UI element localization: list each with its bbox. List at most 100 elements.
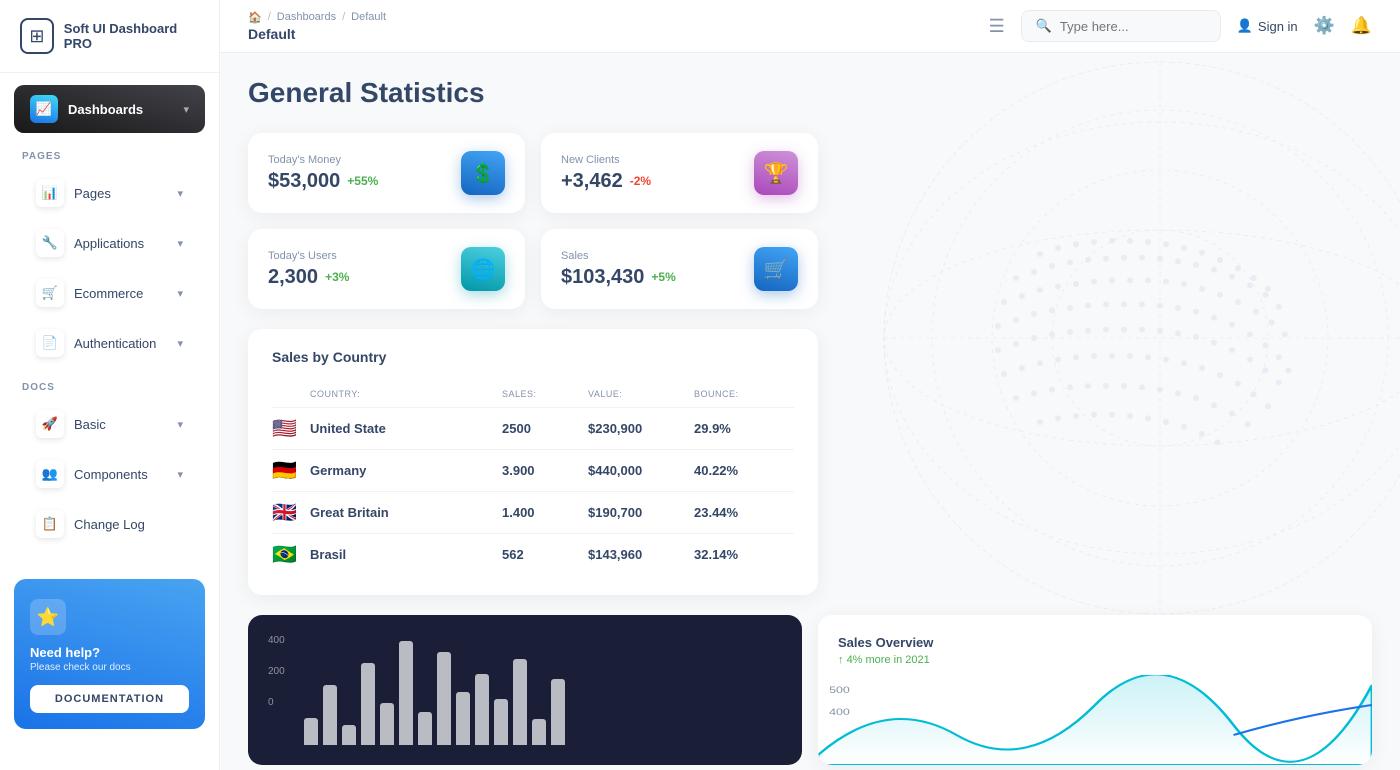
sales-overview-title: Sales Overview — [838, 635, 1352, 650]
stats-cards-grid: Today's Money $53,000 +55% 💲 New Clients… — [248, 133, 818, 309]
stat-sales-label: Sales — [561, 250, 676, 262]
chart-bar — [418, 712, 432, 745]
stat-clients-info: New Clients +3,462 -2% — [561, 154, 651, 193]
chart-bar — [399, 641, 413, 746]
chart-bar — [456, 692, 470, 745]
arrow-up-icon: ↑ — [838, 654, 844, 666]
help-star-icon: ⭐ — [30, 599, 66, 635]
chart-bar — [551, 679, 565, 745]
sales-overview-card: Sales Overview ↑ 4% more in 2021 — [818, 615, 1372, 765]
applications-label: Applications — [74, 236, 167, 251]
pages-label: Pages — [74, 186, 167, 201]
chart-bar — [532, 719, 546, 745]
stat-users-value: 2,300 +3% — [268, 266, 349, 289]
sidebar-item-dashboards[interactable]: 📈 Dashboards ▾ — [14, 85, 205, 133]
ecommerce-icon: 🛒 — [36, 279, 64, 307]
search-icon: 🔍 — [1036, 18, 1052, 34]
sales-overview-subtitle: ↑ 4% more in 2021 — [838, 654, 1352, 666]
bar-chart-card: 400 200 0 — [248, 615, 802, 765]
stat-users-label: Today's Users — [268, 250, 349, 262]
chart-bar — [342, 725, 356, 745]
breadcrumb-page: Default — [351, 11, 386, 23]
stat-sales-icon: 🛒 — [754, 247, 798, 291]
changelog-label: Change Log — [74, 517, 183, 532]
sidebar-item-pages[interactable]: 📊 Pages ▾ — [14, 170, 205, 216]
stat-money-value: $53,000 +55% — [268, 170, 378, 193]
main-area: 🏠 / Dashboards / Default Default ☰ 🔍 👤 S… — [220, 0, 1400, 770]
logo-area: ⊞ Soft UI Dashboard PRO — [0, 0, 219, 73]
col-header-sales: Sales: — [502, 389, 582, 399]
stat-clients-value: +3,462 -2% — [561, 170, 651, 193]
sales-overview-chart: 500 400 — [818, 675, 1372, 765]
authentication-label: Authentication — [74, 336, 167, 351]
components-icon: 👥 — [36, 460, 64, 488]
dashboards-icon: 📈 — [30, 95, 58, 123]
authentication-chevron: ▾ — [177, 337, 183, 350]
sidebar-item-authentication[interactable]: 📄 Authentication ▾ — [14, 320, 205, 366]
help-subtitle: Please check our docs — [30, 662, 189, 673]
col-header-bounce: Bounce: — [694, 389, 794, 399]
sidebar-item-applications[interactable]: 🔧 Applications ▾ — [14, 220, 205, 266]
documentation-button[interactable]: DOCUMENTATION — [30, 685, 189, 713]
stat-money-label: Today's Money — [268, 154, 378, 166]
breadcrumb-home-icon: 🏠 — [248, 11, 262, 24]
components-chevron: ▾ — [177, 468, 183, 481]
notification-icon[interactable]: 🔔 — [1351, 16, 1372, 36]
svg-text:500: 500 — [829, 686, 850, 696]
search-input[interactable] — [1060, 19, 1200, 34]
table-row: 🇧🇷 Brasil 562 $143,960 32.14% — [272, 534, 794, 575]
sidebar-item-ecommerce[interactable]: 🛒 Ecommerce ▾ — [14, 270, 205, 316]
sales-country-title: Sales by Country — [272, 349, 794, 365]
ecommerce-chevron: ▾ — [177, 287, 183, 300]
sidebar-item-changelog[interactable]: 📋 Change Log — [14, 501, 205, 547]
stat-card-sales: Sales $103,430 +5% 🛒 — [541, 229, 818, 309]
sidebar-item-basic[interactable]: 🚀 Basic ▾ — [14, 401, 205, 447]
globe-decoration: /* dots rendered inline below */ — [860, 53, 1400, 663]
stat-money-icon: 💲 — [461, 151, 505, 195]
header-actions: 👤 Sign in ⚙️ 🔔 — [1237, 16, 1372, 36]
docs-section-label: DOCS — [0, 368, 219, 399]
breadcrumb: 🏠 / Dashboards / Default Default — [248, 11, 973, 42]
sign-in-button[interactable]: 👤 Sign in — [1237, 18, 1298, 34]
flag-us: 🇺🇸 — [272, 416, 304, 441]
breadcrumb-path: 🏠 / Dashboards / Default — [248, 11, 973, 24]
country-table-header: Country: Sales: Value: Bounce: — [272, 381, 794, 408]
search-box[interactable]: 🔍 — [1021, 10, 1221, 42]
stat-clients-icon: 🏆 — [754, 151, 798, 195]
bottom-charts-row: 400 200 0 — [248, 615, 1372, 765]
stat-sales-info: Sales $103,430 +5% — [561, 250, 676, 289]
sidebar-item-components[interactable]: 👥 Components ▾ — [14, 451, 205, 497]
pages-icon: 📊 — [36, 179, 64, 207]
settings-icon[interactable]: ⚙️ — [1314, 16, 1335, 36]
flag-de: 🇩🇪 — [272, 458, 304, 483]
components-label: Components — [74, 467, 167, 482]
chart-bar — [304, 718, 318, 746]
flag-br: 🇧🇷 — [272, 542, 304, 567]
chart-bar — [380, 703, 394, 745]
applications-chevron: ▾ — [177, 237, 183, 250]
stat-sales-change: +5% — [651, 270, 675, 284]
stat-card-clients: New Clients +3,462 -2% 🏆 — [541, 133, 818, 213]
basic-label: Basic — [74, 417, 167, 432]
stat-money-info: Today's Money $53,000 +55% — [268, 154, 378, 193]
help-title: Need help? — [30, 645, 189, 660]
sales-country-card: Sales by Country Country: Sales: Value: … — [248, 329, 818, 595]
changelog-icon: 📋 — [36, 510, 64, 538]
stat-card-money: Today's Money $53,000 +55% 💲 — [248, 133, 525, 213]
stat-users-change: +3% — [325, 270, 349, 284]
chart-bar — [437, 652, 451, 746]
basic-chevron: ▾ — [177, 418, 183, 431]
table-row: 🇺🇸 United State 2500 $230,900 29.9% — [272, 408, 794, 450]
header: 🏠 / Dashboards / Default Default ☰ 🔍 👤 S… — [220, 0, 1400, 53]
menu-icon[interactable]: ☰ — [989, 16, 1005, 37]
chart-bar — [494, 699, 508, 745]
chart-bar — [323, 685, 337, 746]
help-panel: ⭐ Need help? Please check our docs DOCUM… — [14, 579, 205, 729]
stat-clients-label: New Clients — [561, 154, 651, 166]
flag-gb: 🇬🇧 — [272, 500, 304, 525]
applications-icon: 🔧 — [36, 229, 64, 257]
dashboards-label: Dashboards — [68, 102, 173, 117]
stat-users-icon: 🌐 — [461, 247, 505, 291]
basic-icon: 🚀 — [36, 410, 64, 438]
logo-icon: ⊞ — [20, 18, 54, 54]
